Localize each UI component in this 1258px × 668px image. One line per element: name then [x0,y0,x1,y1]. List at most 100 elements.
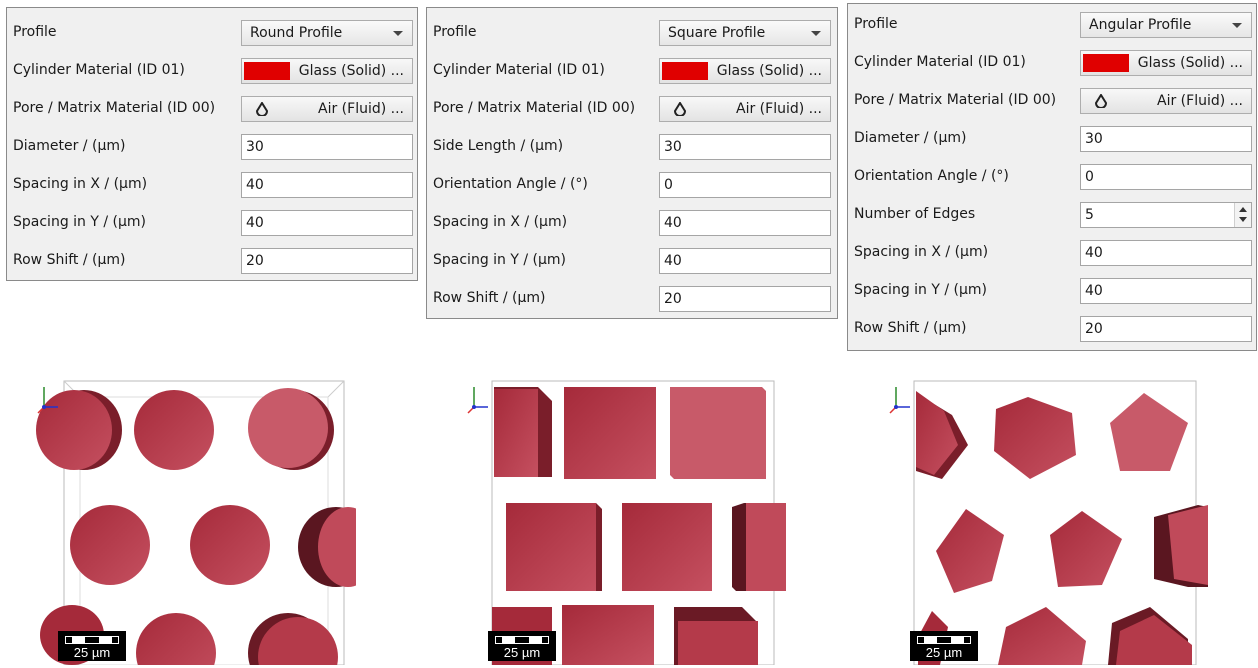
field-label: Diameter / (µm) [854,130,967,146]
field-row: Spacing in X / (µm) 40 [427,208,837,238]
chevron-down-icon [811,31,821,36]
scale-bar: 25 µm [910,631,978,661]
orientation-angle-input[interactable]: 0 [659,172,831,198]
cylinder-material-label: Cylinder Material (ID 01) [433,62,605,78]
field-label: Orientation Angle / (°) [854,168,1009,184]
pore-material-row: Pore / Matrix Material (ID 00) Air (Flui… [7,94,417,124]
droplet-icon [674,102,686,116]
spin-arrows-icon[interactable] [1234,203,1251,227]
field-value: 0 [1085,169,1094,185]
material-color-swatch [1083,54,1129,72]
spacing-x-input[interactable]: 40 [1080,240,1252,266]
spacing-y-input[interactable]: 40 [1080,278,1252,304]
profile-label: Profile [13,24,57,40]
diameter-input[interactable]: 30 [1080,126,1252,152]
diameter-input[interactable]: 30 [241,134,413,160]
cylinder-material-row: Cylinder Material (ID 01) Glass (Solid) … [848,48,1256,78]
profile-select[interactable]: Angular Profile [1080,12,1252,38]
field-value: 5 [1085,207,1094,223]
square-geometry-view[interactable]: 25 µm [466,375,786,665]
profile-select[interactable]: Round Profile [241,20,413,46]
pore-material-row: Pore / Matrix Material (ID 00) Air (Flui… [427,94,837,124]
field-label: Row Shift / (µm) [433,290,546,306]
field-row: Number of Edges 5 [848,200,1256,230]
field-value: 20 [246,253,264,269]
pore-material-button[interactable]: Air (Fluid) ... [1080,88,1252,114]
pore-material-row: Pore / Matrix Material (ID 00) Air (Flui… [848,86,1256,116]
field-row: Spacing in X / (µm) 40 [848,238,1256,268]
number-of-edges-spinbox[interactable]: 5 [1080,202,1252,228]
field-row: Spacing in Y / (µm) 40 [848,276,1256,306]
field-value: 40 [664,253,682,269]
profile-row: Profile Round Profile [7,18,417,48]
field-row: Row Shift / (µm) 20 [848,314,1256,344]
field-value: 40 [1085,283,1103,299]
round-geometry-view[interactable]: 25 µm [36,375,356,665]
pore-material-button[interactable]: Air (Fluid) ... [659,96,831,122]
round-profile-panel: Profile Round Profile Cylinder Material … [6,7,418,281]
material-color-swatch [244,62,290,80]
field-value: 40 [246,177,264,193]
orientation-angle-input[interactable]: 0 [1080,164,1252,190]
pore-material-value: Air (Fluid) ... [736,101,822,117]
field-value: 0 [664,177,673,193]
droplet-icon [1095,94,1107,108]
row-shift-input[interactable]: 20 [241,248,413,274]
cylinder-material-button[interactable]: Glass (Solid) ... [241,58,413,84]
cylinder-material-value: Glass (Solid) ... [1137,55,1243,71]
profile-label: Profile [854,16,898,32]
field-label: Spacing in X / (µm) [854,244,989,260]
pore-material-label: Pore / Matrix Material (ID 00) [854,92,1057,108]
cylinder-material-row: Cylinder Material (ID 01) Glass (Solid) … [427,56,837,86]
field-label: Orientation Angle / (°) [433,176,588,192]
field-label: Side Length / (µm) [433,138,564,154]
pore-material-value: Air (Fluid) ... [1157,93,1243,109]
field-value: 30 [246,139,264,155]
profile-value: Angular Profile [1089,17,1192,33]
profile-select[interactable]: Square Profile [659,20,831,46]
scale-label: 25 µm [503,645,541,660]
angular-profile-panel: Profile Angular Profile Cylinder Materia… [847,3,1257,351]
field-value: 40 [246,215,264,231]
pore-material-button[interactable]: Air (Fluid) ... [241,96,413,122]
angular-geometry-view[interactable]: 25 µm [888,375,1208,665]
side-length-input[interactable]: 30 [659,134,831,160]
field-value: 40 [1085,245,1103,261]
field-label: Number of Edges [854,206,976,222]
cylinder-material-label: Cylinder Material (ID 01) [854,54,1026,70]
field-value: 20 [664,291,682,307]
axes-triad-icon [37,387,58,414]
row-shift-input[interactable]: 20 [1080,316,1252,342]
field-row: Row Shift / (µm) 20 [7,246,417,276]
field-row: Spacing in Y / (µm) 40 [427,246,837,276]
field-label: Diameter / (µm) [13,138,126,154]
field-label: Spacing in Y / (µm) [13,214,146,230]
cylinder-material-row: Cylinder Material (ID 01) Glass (Solid) … [7,56,417,86]
spacing-x-input[interactable]: 40 [241,172,413,198]
profile-value: Round Profile [250,25,343,41]
profile-label: Profile [433,24,477,40]
scale-bar: 25 µm [58,631,126,661]
field-value: 30 [1085,131,1103,147]
field-row: Row Shift / (µm) 20 [427,284,837,314]
cylinder-material-button[interactable]: Glass (Solid) ... [659,58,831,84]
material-color-swatch [662,62,708,80]
scale-label: 25 µm [73,645,111,660]
field-label: Spacing in X / (µm) [433,214,568,230]
axes-triad-icon [889,387,910,414]
angular-cylinders-render [913,380,1208,665]
round-cylinders-render [36,380,356,665]
spacing-y-input[interactable]: 40 [659,248,831,274]
cylinder-material-button[interactable]: Glass (Solid) ... [1080,50,1252,76]
square-profile-panel: Profile Square Profile Cylinder Material… [426,7,838,319]
pore-material-value: Air (Fluid) ... [318,101,404,117]
field-value: 20 [1085,321,1103,337]
row-shift-input[interactable]: 20 [659,286,831,312]
droplet-icon [256,102,268,116]
field-label: Row Shift / (µm) [13,252,126,268]
field-value: 30 [664,139,682,155]
spacing-x-input[interactable]: 40 [659,210,831,236]
spacing-y-input[interactable]: 40 [241,210,413,236]
cylinder-material-value: Glass (Solid) ... [716,63,822,79]
field-label: Spacing in Y / (µm) [854,282,987,298]
